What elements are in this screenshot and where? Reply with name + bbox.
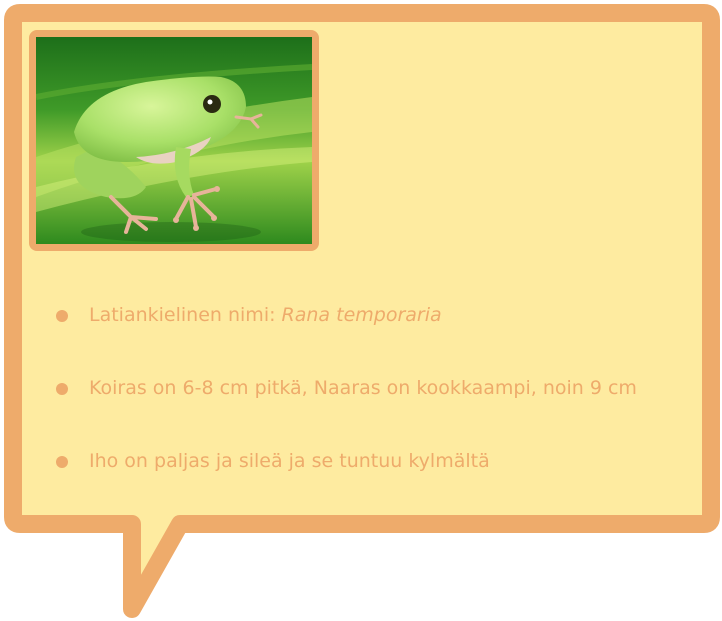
fact-list: Latiankielinen nimi: Rana temporaria Koi… xyxy=(56,288,696,507)
bullet-dot xyxy=(56,382,68,395)
bullet-dot xyxy=(56,455,68,468)
fact-latin-name: Latiankielinen nimi: Rana temporaria xyxy=(56,279,696,352)
fact-skin: Iho on paljas ja sileä ja se tuntuu kylm… xyxy=(56,425,696,498)
frog-icon xyxy=(36,37,312,244)
fact-label: Latiankielinen nimi: xyxy=(89,304,282,326)
latin-name: Rana temporaria xyxy=(281,304,442,326)
frog-photo-frame xyxy=(29,30,319,251)
fact-size: Koiras on 6-8 cm pitkä, Naaras on kookka… xyxy=(56,352,696,425)
fact-text: Koiras on 6-8 cm pitkä, Naaras on kookka… xyxy=(89,377,637,399)
fact-text: Iho on paljas ja sileä ja se tuntuu kylm… xyxy=(89,450,490,472)
bullet-dot xyxy=(56,309,68,322)
